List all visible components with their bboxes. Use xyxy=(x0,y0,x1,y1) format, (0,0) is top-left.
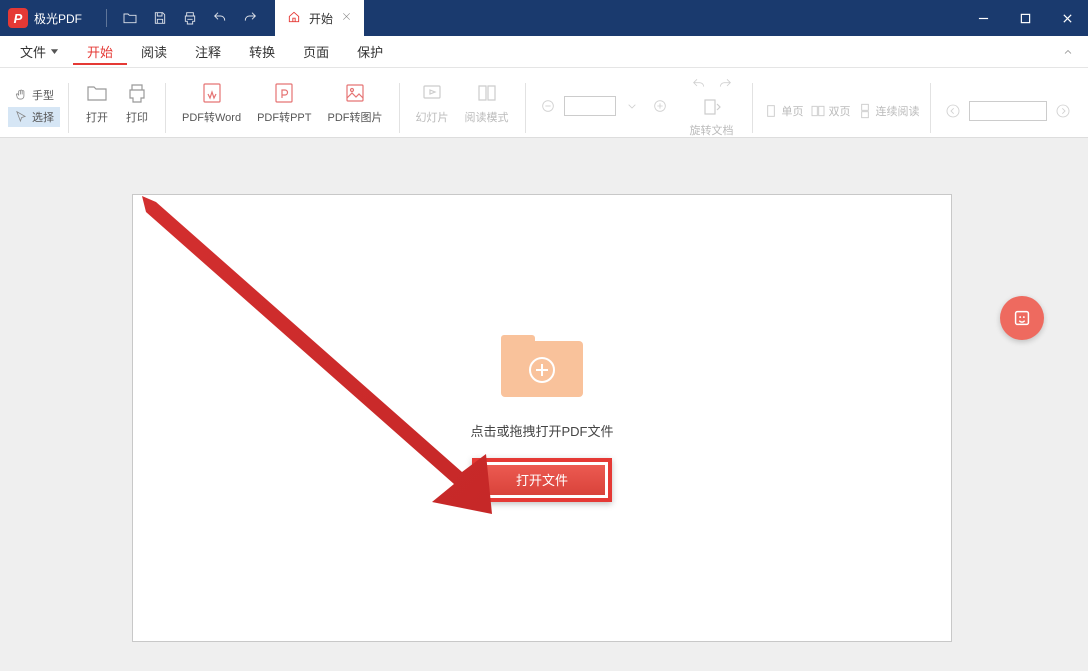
pdf-to-word-button[interactable]: PDF转Word xyxy=(174,72,249,134)
folder-plus-icon xyxy=(501,335,583,399)
app-title: 极光PDF xyxy=(34,10,82,27)
prev-page-icon[interactable] xyxy=(941,99,965,123)
document-tab[interactable]: 开始 xyxy=(275,0,364,36)
read-mode-button[interactable]: 阅读模式 xyxy=(457,72,517,134)
zoom-input[interactable] xyxy=(564,96,616,116)
title-bar: P 极光PDF 开始 xyxy=(0,0,1088,36)
drop-hint-text: 点击或拖拽打开PDF文件 xyxy=(470,421,613,440)
continuous-button[interactable]: 连续阅读 xyxy=(857,103,920,119)
undo-icon[interactable] xyxy=(205,3,235,33)
save-icon[interactable] xyxy=(145,3,175,33)
collapse-ribbon-button[interactable] xyxy=(1054,38,1082,66)
home-icon xyxy=(287,10,301,27)
pdf-to-image-button[interactable]: PDF转图片 xyxy=(320,72,391,134)
single-page-button[interactable]: 单页 xyxy=(763,103,804,119)
menu-file[interactable]: 文件 xyxy=(6,38,73,65)
maximize-button[interactable] xyxy=(1004,0,1046,36)
close-window-button[interactable] xyxy=(1046,0,1088,36)
zoom-in-icon[interactable] xyxy=(648,94,672,118)
separator xyxy=(106,9,107,27)
pdf-to-ppt-button[interactable]: PDF转PPT xyxy=(249,72,319,134)
ribbon: 手型 选择 打开 打印 PDF转Word PDF转PPT PDF转图片 幻灯片 … xyxy=(0,68,1088,138)
help-fab[interactable] xyxy=(1000,296,1044,340)
tool-mode-group: 手型 选择 xyxy=(8,79,60,127)
select-tool[interactable]: 选择 xyxy=(8,107,60,127)
open-button[interactable]: 打开 xyxy=(77,72,117,134)
rotate-left-icon[interactable] xyxy=(687,72,711,96)
next-page-icon[interactable] xyxy=(1051,99,1075,123)
zoom-dropdown-icon[interactable] xyxy=(620,94,644,118)
hand-tool[interactable]: 手型 xyxy=(8,85,60,105)
menu-file-label: 文件 xyxy=(20,42,46,61)
document-tab-label: 开始 xyxy=(309,10,333,27)
drop-panel[interactable]: 点击或拖拽打开PDF文件 打开文件 xyxy=(132,194,952,642)
menu-protect[interactable]: 保护 xyxy=(343,38,397,65)
menu-convert[interactable]: 转换 xyxy=(235,38,289,65)
open-folder-icon[interactable] xyxy=(115,3,145,33)
menu-page[interactable]: 页面 xyxy=(289,38,343,65)
menu-start[interactable]: 开始 xyxy=(73,38,127,65)
zoom-out-icon[interactable] xyxy=(536,94,560,118)
print-icon[interactable] xyxy=(175,3,205,33)
minimize-button[interactable] xyxy=(962,0,1004,36)
print-button[interactable]: 打印 xyxy=(117,72,157,134)
slideshow-button[interactable]: 幻灯片 xyxy=(408,72,457,134)
workspace: 点击或拖拽打开PDF文件 打开文件 xyxy=(0,138,1088,671)
page-layout-group: 单页 双页 连续阅读 xyxy=(761,68,922,137)
menu-annotate[interactable]: 注释 xyxy=(181,38,235,65)
rotate-group: 旋转文档 xyxy=(680,68,744,137)
zoom-group xyxy=(534,68,674,137)
facing-pages-button[interactable]: 双页 xyxy=(810,103,851,119)
app-logo: P xyxy=(8,8,28,28)
menu-read[interactable]: 阅读 xyxy=(127,38,181,65)
window-controls xyxy=(962,0,1088,36)
open-file-button[interactable]: 打开文件 xyxy=(479,465,605,495)
menu-bar: 文件 开始 阅读 注释 转换 页面 保护 xyxy=(0,36,1088,68)
redo-icon[interactable] xyxy=(235,3,265,33)
open-file-highlight: 打开文件 xyxy=(472,458,612,502)
rotate-right-icon[interactable] xyxy=(713,72,737,96)
tab-close-icon[interactable] xyxy=(341,11,352,25)
page-number-input[interactable] xyxy=(969,101,1047,121)
page-nav-group xyxy=(939,68,1077,137)
